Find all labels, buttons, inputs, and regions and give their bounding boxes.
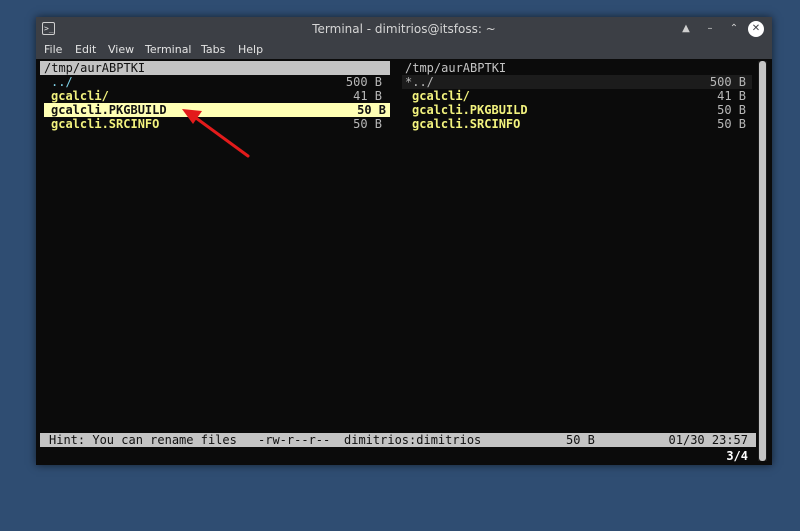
red-arrow-icon bbox=[182, 109, 250, 158]
